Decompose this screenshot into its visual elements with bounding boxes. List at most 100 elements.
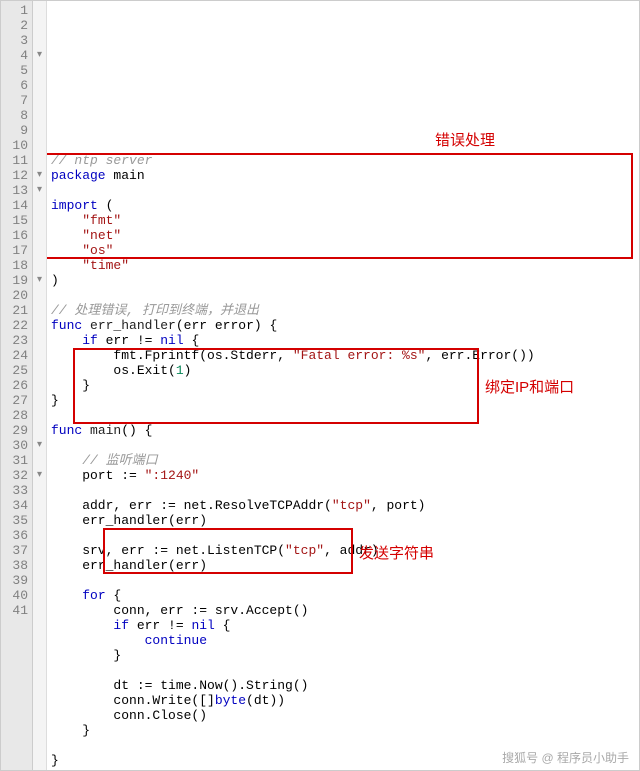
- code-line: [51, 438, 635, 453]
- line-number: 14: [3, 198, 28, 213]
- fold-empty: [33, 543, 46, 558]
- fold-empty: [33, 423, 46, 438]
- fold-empty: [33, 33, 46, 48]
- fold-empty: [33, 243, 46, 258]
- line-number: 40: [3, 588, 28, 603]
- fold-empty: [33, 213, 46, 228]
- code-line: [51, 408, 635, 423]
- code-line: "time": [51, 258, 635, 273]
- code-line: [51, 483, 635, 498]
- code-line: }: [51, 378, 635, 393]
- line-number: 26: [3, 378, 28, 393]
- code-line: os.Exit(1): [51, 363, 635, 378]
- line-number: 4: [3, 48, 28, 63]
- fold-empty: [33, 108, 46, 123]
- fold-empty: [33, 228, 46, 243]
- code-line: [51, 528, 635, 543]
- fold-empty: [33, 153, 46, 168]
- fold-empty: [33, 258, 46, 273]
- code-line: for {: [51, 588, 635, 603]
- fold-empty: [33, 363, 46, 378]
- code-line: [51, 663, 635, 678]
- code-line: srv, err := net.ListenTCP("tcp", addr): [51, 543, 635, 558]
- fold-empty: [33, 558, 46, 573]
- code-line: conn, err := srv.Accept(): [51, 603, 635, 618]
- fold-toggle-icon[interactable]: ▾: [33, 438, 46, 453]
- line-number: 31: [3, 453, 28, 468]
- line-number: 36: [3, 528, 28, 543]
- line-number: 18: [3, 258, 28, 273]
- line-number: 21: [3, 303, 28, 318]
- fold-empty: [33, 303, 46, 318]
- code-line: }: [51, 723, 635, 738]
- fold-empty: [33, 18, 46, 33]
- line-number: 27: [3, 393, 28, 408]
- code-line: package main: [51, 168, 635, 183]
- fold-empty: [33, 393, 46, 408]
- fold-toggle-icon[interactable]: ▾: [33, 183, 46, 198]
- fold-empty: [33, 123, 46, 138]
- fold-empty: [33, 573, 46, 588]
- code-line: dt := time.Now().String(): [51, 678, 635, 693]
- fold-empty: [33, 3, 46, 18]
- line-number: 10: [3, 138, 28, 153]
- line-number: 29: [3, 423, 28, 438]
- fold-empty: [33, 588, 46, 603]
- annotation-error-handler: 错误处理: [435, 129, 495, 150]
- line-number: 22: [3, 318, 28, 333]
- line-number-gutter: 1234567891011121314151617181920212223242…: [1, 1, 33, 770]
- line-number: 9: [3, 123, 28, 138]
- fold-toggle-icon[interactable]: ▾: [33, 468, 46, 483]
- watermark: 搜狐号 @ 程序员小助手: [498, 748, 633, 767]
- fold-empty: [33, 378, 46, 393]
- fold-empty: [33, 318, 46, 333]
- code-line: // ntp server: [51, 153, 635, 168]
- code-line: func main() {: [51, 423, 635, 438]
- line-number: 11: [3, 153, 28, 168]
- fold-empty: [33, 333, 46, 348]
- line-number: 17: [3, 243, 28, 258]
- line-number: 19: [3, 273, 28, 288]
- fold-empty: [33, 63, 46, 78]
- line-number: 7: [3, 93, 28, 108]
- fold-empty: [33, 603, 46, 618]
- line-number: 5: [3, 63, 28, 78]
- code-line: [51, 288, 635, 303]
- code-line: "net": [51, 228, 635, 243]
- code-line: ): [51, 273, 635, 288]
- line-number: 15: [3, 213, 28, 228]
- fold-empty: [33, 528, 46, 543]
- fold-empty: [33, 513, 46, 528]
- code-editor: 1234567891011121314151617181920212223242…: [0, 0, 640, 771]
- code-line: addr, err := net.ResolveTCPAddr("tcp", p…: [51, 498, 635, 513]
- code-line: }: [51, 648, 635, 663]
- fold-gutter: ▾▾▾▾▾▾: [33, 1, 47, 770]
- fold-empty: [33, 348, 46, 363]
- code-line: conn.Close(): [51, 708, 635, 723]
- code-line: // 监听端口: [51, 453, 635, 468]
- fold-empty: [33, 453, 46, 468]
- line-number: 35: [3, 513, 28, 528]
- code-line: err_handler(err): [51, 558, 635, 573]
- code-line: import (: [51, 198, 635, 213]
- line-number: 24: [3, 348, 28, 363]
- fold-toggle-icon[interactable]: ▾: [33, 168, 46, 183]
- line-number: 41: [3, 603, 28, 618]
- line-number: 20: [3, 288, 28, 303]
- line-number: 37: [3, 543, 28, 558]
- code-line: [51, 183, 635, 198]
- code-line: if err != nil {: [51, 333, 635, 348]
- line-number: 16: [3, 228, 28, 243]
- code-line: port := ":1240": [51, 468, 635, 483]
- fold-toggle-icon[interactable]: ▾: [33, 48, 46, 63]
- fold-empty: [33, 78, 46, 93]
- fold-toggle-icon[interactable]: ▾: [33, 273, 46, 288]
- line-number: 2: [3, 18, 28, 33]
- line-number: 23: [3, 333, 28, 348]
- code-line: // 处理错误, 打印到终端，并退出: [51, 303, 635, 318]
- code-line: err_handler(err): [51, 513, 635, 528]
- line-number: 30: [3, 438, 28, 453]
- fold-empty: [33, 93, 46, 108]
- fold-empty: [33, 198, 46, 213]
- code-line: continue: [51, 633, 635, 648]
